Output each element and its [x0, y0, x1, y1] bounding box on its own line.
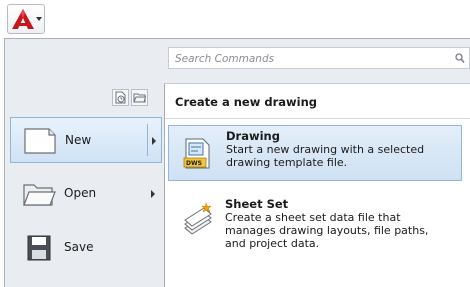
submenu-item-desc-line-1: Start a new drawing with a selected: [226, 143, 425, 156]
menu-item-open[interactable]: Open: [10, 171, 162, 217]
sheet-set-icon: [184, 203, 212, 235]
submenu-title: Create a new drawing: [175, 95, 317, 109]
chevron-down-icon: [36, 17, 42, 21]
search-input[interactable]: [173, 50, 445, 68]
divider: [147, 124, 148, 156]
submenu-item-desc-line-1: Create a sheet set data file that: [225, 211, 401, 224]
new-submenu: Create a new drawing DWS Drawing Start a…: [164, 83, 470, 287]
submenu-item-desc-line-2: drawing template file.: [226, 156, 348, 169]
submenu-item-drawing[interactable]: DWS Drawing Start a new drawing with a s…: [168, 125, 462, 181]
menu-item-save[interactable]: Save: [10, 225, 162, 271]
menu-item-new[interactable]: New: [10, 117, 162, 163]
submenu-item-sheet-set[interactable]: Sheet Set Create a sheet set data file t…: [168, 195, 462, 265]
open-folder-icon: [23, 184, 56, 206]
divider: [165, 118, 470, 119]
submenu-item-desc-line-2: manages drawing layouts, file paths,: [225, 224, 429, 237]
application-menu-button[interactable]: [7, 4, 45, 34]
search-box: [168, 47, 470, 69]
open-documents-icon: [133, 93, 146, 103]
menu-item-label: Open: [64, 186, 97, 200]
chevron-right-icon[interactable]: [152, 137, 156, 145]
submenu-item-desc-line-3: and project data.: [225, 237, 320, 250]
search-icon[interactable]: [455, 53, 465, 64]
dws-tag: DWS: [186, 160, 202, 167]
open-documents-button[interactable]: [131, 89, 148, 106]
save-disk-icon: [27, 235, 51, 261]
submenu-item-title: Sheet Set: [225, 197, 289, 211]
application-menu-list: New Open Save: [4, 117, 164, 287]
chevron-right-icon[interactable]: [151, 190, 155, 198]
menu-item-label: Save: [64, 240, 94, 254]
dws-drawing-icon: DWS: [183, 138, 210, 169]
recent-documents-button[interactable]: [112, 89, 129, 106]
new-document-icon: [24, 128, 56, 154]
menu-item-label: New: [65, 133, 92, 147]
recent-documents-icon: [115, 91, 126, 104]
submenu-item-title: Drawing: [226, 129, 280, 143]
autocad-logo-icon: [12, 9, 34, 29]
